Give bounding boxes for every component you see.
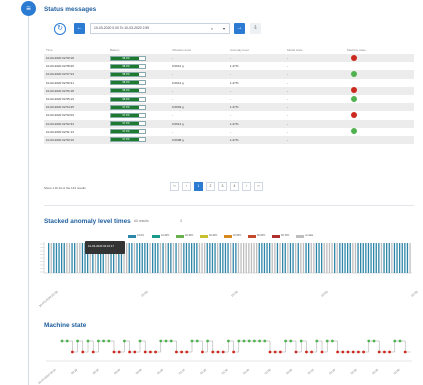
x-tick-label: 00:50 <box>135 367 143 375</box>
ok-state-point <box>159 339 163 343</box>
alarm-state-point <box>279 350 282 354</box>
ok-state-point <box>325 339 329 343</box>
alarm-state-point <box>154 350 158 354</box>
alarm-state-point <box>268 350 272 354</box>
alarm-state-point <box>128 350 132 354</box>
x-tick-label: 01:50 <box>264 367 272 375</box>
x-tick-label: 00:30 <box>92 367 100 375</box>
ok-state-point <box>331 339 334 343</box>
alarm-state-point <box>71 350 74 354</box>
ok-state-point <box>242 339 246 343</box>
ok-state-point <box>284 339 287 343</box>
ok-state-point <box>372 339 376 343</box>
alarm-state-point <box>383 350 386 354</box>
alarm-state-point <box>91 350 95 354</box>
x-tick-label: 00:20 <box>70 367 78 375</box>
alarm-state-point <box>294 350 298 354</box>
alarm-state-point <box>149 350 152 354</box>
x-tick-label: 01:00 <box>156 367 164 375</box>
alarm-state-point <box>143 350 147 354</box>
x-tick-label: 01:40 <box>242 367 250 375</box>
alarm-state-point <box>175 350 178 354</box>
ok-state-point <box>258 339 261 343</box>
alarm-state-point <box>201 350 204 354</box>
alarm-state-point <box>232 350 236 354</box>
alarm-state-point <box>310 350 313 354</box>
x-tick-label: 01:20 <box>199 367 207 375</box>
alarm-state-point <box>341 350 345 354</box>
ok-state-point <box>65 339 69 343</box>
ok-state-point <box>190 339 194 343</box>
ok-state-point <box>367 339 371 343</box>
alarm-state-point <box>305 350 308 354</box>
alarm-state-point <box>377 350 381 354</box>
machine-state-chart: 10-03-2020 00:10 00:20 00:30 00:40 00:50 01:0… <box>37 339 412 385</box>
ok-state-point <box>138 339 142 343</box>
ok-state-point <box>76 339 79 343</box>
ok-state-point <box>97 339 100 343</box>
x-tick-label: 02:40 <box>371 367 379 375</box>
ok-state-point <box>102 339 105 343</box>
alarm-state-point <box>211 350 215 354</box>
ok-state-point <box>253 339 256 343</box>
alarm-state-point <box>403 350 407 354</box>
alarm-state-point <box>81 350 85 354</box>
alarm-state-point <box>133 350 137 354</box>
ok-state-point <box>289 339 293 343</box>
ok-state-point <box>206 339 210 343</box>
x-tick-label: 00:40 <box>113 367 121 375</box>
alarm-state-point <box>112 350 116 354</box>
ok-state-point <box>227 339 230 343</box>
alarm-state-point <box>346 350 350 354</box>
alarm-state-point <box>216 350 220 354</box>
ok-state-point <box>393 339 397 343</box>
x-tick-label: 02:50 <box>393 367 401 375</box>
ok-state-point <box>169 339 173 343</box>
ok-state-point <box>247 339 251 343</box>
ok-state-point <box>164 339 168 343</box>
alarm-state-point <box>117 350 121 354</box>
x-tick-label: 02:20 <box>328 367 336 375</box>
ok-state-point <box>107 339 111 343</box>
alarm-state-point <box>185 350 189 354</box>
x-tick-label: 01:30 <box>221 367 229 375</box>
ok-state-point <box>237 339 241 343</box>
alarm-state-point <box>351 350 355 354</box>
ok-state-point <box>315 339 319 343</box>
ok-state-point <box>195 339 199 343</box>
x-tick-label: 02:10 <box>307 367 315 375</box>
alarm-state-point <box>388 350 391 354</box>
ok-state-point <box>299 339 303 343</box>
alarm-state-point <box>221 350 225 354</box>
x-tick-label: 02:00 <box>285 367 293 375</box>
x-tick-label: 02:30 <box>350 367 358 375</box>
alarm-state-point <box>180 350 184 354</box>
alarm-state-point <box>320 350 324 354</box>
alarm-state-point <box>273 350 277 354</box>
alarm-state-point <box>357 350 360 354</box>
alarm-state-point <box>362 350 365 354</box>
x-tick-label: 10-03-2020 00:10 <box>37 367 57 385</box>
ok-state-point <box>263 339 267 343</box>
x-tick-label: 01:10 <box>178 367 186 375</box>
ok-state-point <box>123 339 126 343</box>
ok-state-point <box>86 339 90 343</box>
alarm-state-point <box>336 350 339 354</box>
ok-state-point <box>398 339 402 343</box>
ok-state-point <box>60 339 64 343</box>
